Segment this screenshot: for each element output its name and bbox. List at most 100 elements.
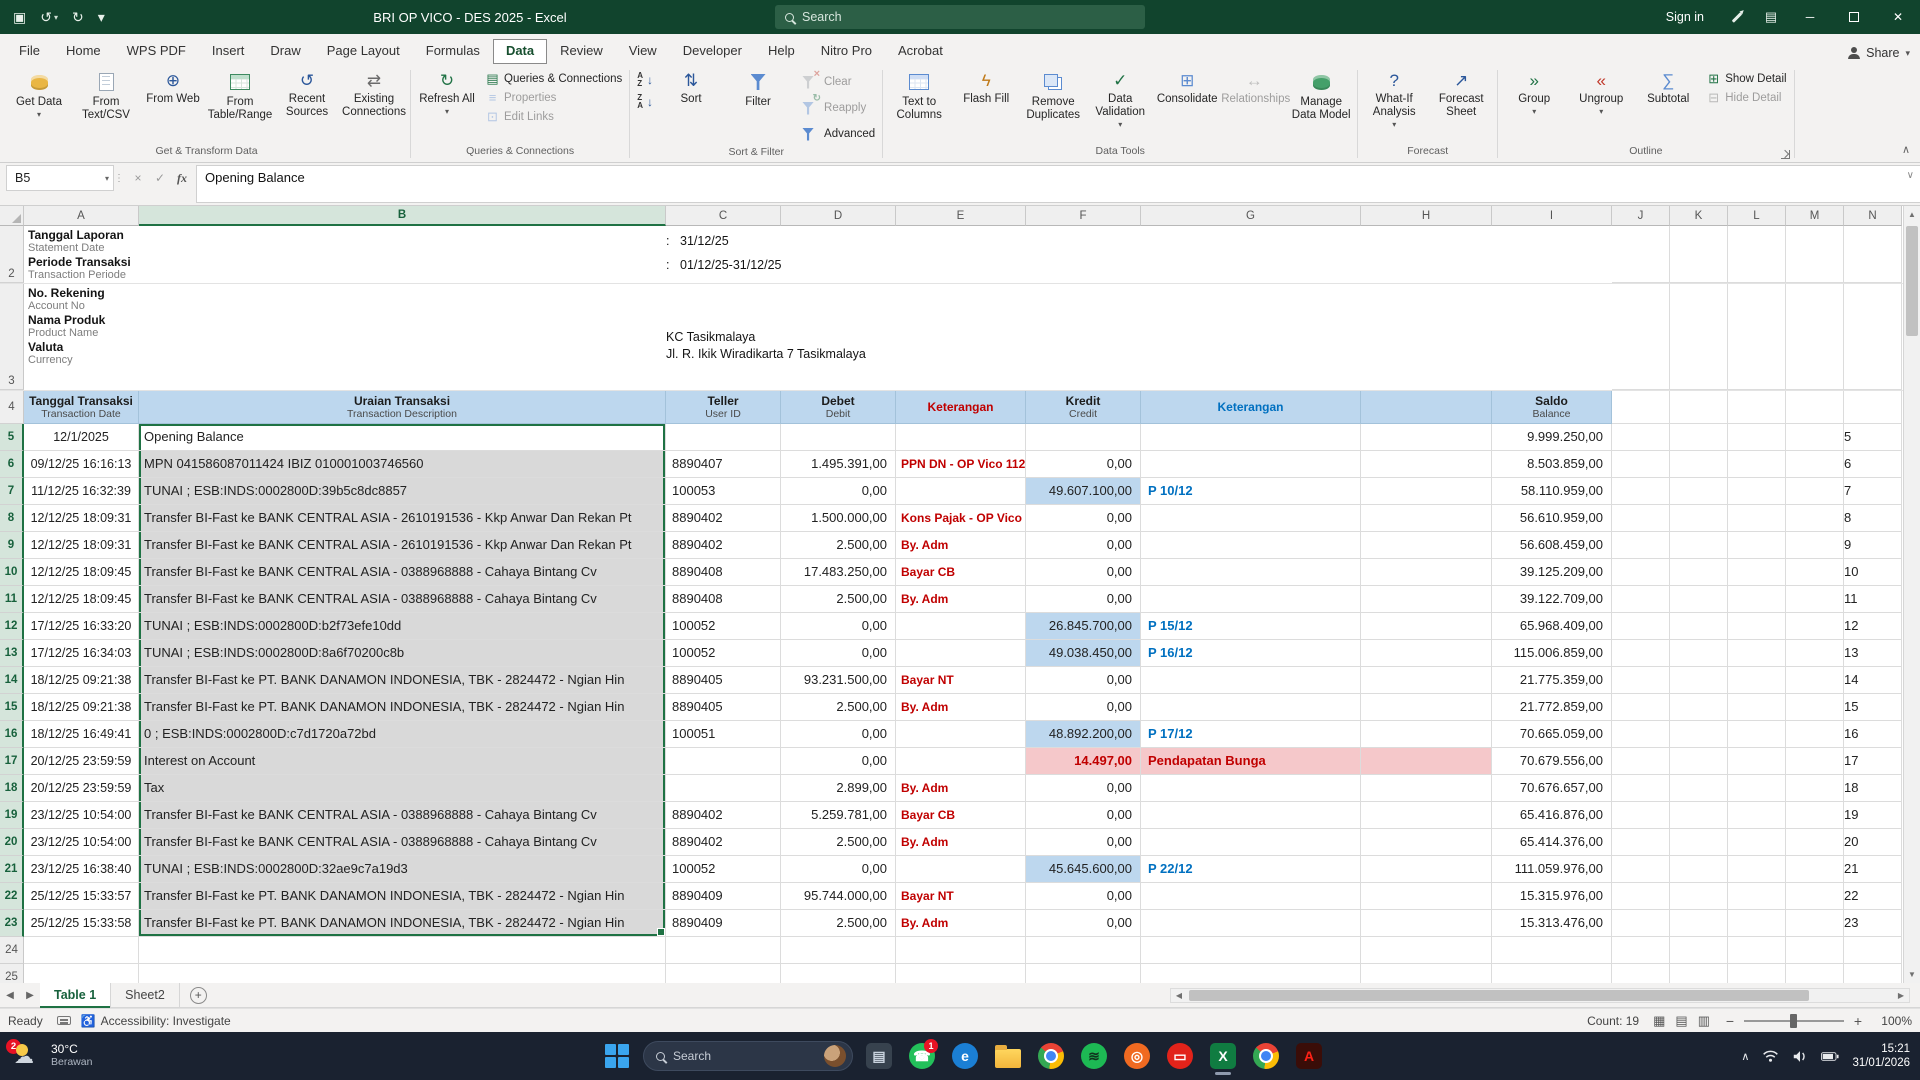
cell-M2[interactable] — [1786, 226, 1844, 283]
cell-L18[interactable] — [1728, 775, 1786, 802]
cell-A7[interactable]: 11/12/25 16:32:39 — [24, 478, 139, 505]
cell-J12[interactable] — [1612, 613, 1670, 640]
consolidate-button[interactable]: ⊞Consolidate — [1154, 68, 1220, 142]
cell-E8[interactable]: Kons Pajak - OP Vico 1125 — [896, 505, 1026, 532]
cell-J20[interactable] — [1612, 829, 1670, 856]
column-header-K[interactable]: K — [1670, 206, 1728, 226]
cell-D16[interactable]: 0,00 — [781, 721, 896, 748]
taskbar-app-app-red[interactable]: ▭ — [1163, 1036, 1197, 1076]
cell-K4[interactable] — [1670, 391, 1728, 424]
cell-B20[interactable]: Transfer BI-Fast ke BANK CENTRAL ASIA - … — [139, 829, 666, 856]
header-E[interactable]: Keterangan — [896, 391, 1026, 424]
cell-H21[interactable] — [1361, 856, 1492, 883]
ribbon-tab-acrobat[interactable]: Acrobat — [885, 39, 956, 64]
cell-L10[interactable] — [1728, 559, 1786, 586]
cell-J22[interactable] — [1612, 883, 1670, 910]
cell-A21[interactable]: 23/12/25 16:38:40 — [24, 856, 139, 883]
taskbar-clock[interactable]: 15:21 31/01/2026 — [1852, 1042, 1910, 1070]
select-all-button[interactable] — [0, 206, 24, 226]
cell-L9[interactable] — [1728, 532, 1786, 559]
header-H[interactable] — [1361, 391, 1492, 424]
from-web-button[interactable]: ⊕From Web — [140, 68, 206, 142]
cell-C5[interactable] — [666, 424, 781, 451]
close-button[interactable]: ✕ — [1876, 0, 1920, 34]
ribbon-display-options-button[interactable]: ▤ — [1754, 0, 1788, 34]
cell-J24[interactable] — [1612, 937, 1670, 964]
cell-K7[interactable] — [1670, 478, 1728, 505]
data-validation-button[interactable]: ✓Data Validation▾ — [1087, 68, 1153, 142]
cell-H23[interactable] — [1361, 910, 1492, 937]
cell-M10[interactable] — [1786, 559, 1844, 586]
column-header-N[interactable]: N — [1844, 206, 1902, 226]
sort-ascending-button[interactable]: AZ↓ — [633, 70, 657, 90]
cell-D22[interactable]: 95.744.000,00 — [781, 883, 896, 910]
cell-G23[interactable] — [1141, 910, 1361, 937]
cell-I24[interactable] — [1492, 937, 1612, 964]
macro-record-icon[interactable] — [57, 1016, 71, 1025]
cell-E16[interactable] — [896, 721, 1026, 748]
ribbon-tab-help[interactable]: Help — [755, 39, 808, 64]
cell-L20[interactable] — [1728, 829, 1786, 856]
cell-B24[interactable] — [139, 937, 666, 964]
cell-B15[interactable]: Transfer BI-Fast ke PT. BANK DANAMON IND… — [139, 694, 666, 721]
remove-duplicates-button[interactable]: Remove Duplicates — [1020, 68, 1086, 142]
cell-H20[interactable] — [1361, 829, 1492, 856]
cell-M17[interactable] — [1786, 748, 1844, 775]
cell-E11[interactable]: By. Adm — [896, 586, 1026, 613]
cell-A19[interactable]: 23/12/25 10:54:00 — [24, 802, 139, 829]
row-header-12[interactable]: 12 — [0, 613, 24, 640]
cell-I23[interactable]: 15.313.476,00 — [1492, 910, 1612, 937]
cell-J9[interactable] — [1612, 532, 1670, 559]
row-header-21[interactable]: 21 — [0, 856, 24, 883]
cell-B22[interactable]: Transfer BI-Fast ke PT. BANK DANAMON IND… — [139, 883, 666, 910]
cell-H9[interactable] — [1361, 532, 1492, 559]
cell-C14[interactable]: 8890405 — [666, 667, 781, 694]
cell-N25[interactable] — [1844, 964, 1902, 983]
cell-A22[interactable]: 25/12/25 15:33:57 — [24, 883, 139, 910]
cell-N12[interactable]: 12 — [1844, 613, 1902, 640]
cell-M5[interactable] — [1786, 424, 1844, 451]
taskbar-search[interactable]: Search — [643, 1041, 853, 1071]
cell-M11[interactable] — [1786, 586, 1844, 613]
filter-button[interactable]: Filter — [725, 68, 791, 142]
column-header-J[interactable]: J — [1612, 206, 1670, 226]
cell-C21[interactable]: 100052 — [666, 856, 781, 883]
cell-A25[interactable] — [24, 964, 139, 983]
cell-J17[interactable] — [1612, 748, 1670, 775]
cell-A6[interactable]: 09/12/25 16:16:13 — [24, 451, 139, 478]
from-text-csv-button[interactable]: From Text/CSV — [73, 68, 139, 142]
cell-K24[interactable] — [1670, 937, 1728, 964]
qat-undo-button[interactable]: ↺▾ — [35, 8, 63, 26]
cell-M13[interactable] — [1786, 640, 1844, 667]
column-header-C[interactable]: C — [666, 206, 781, 226]
ribbon-tab-review[interactable]: Review — [547, 39, 616, 64]
header-A[interactable]: Tanggal TransaksiTransaction Date — [24, 391, 139, 424]
row-header-3[interactable]: 3 — [0, 284, 24, 390]
cell-D9[interactable]: 2.500,00 — [781, 532, 896, 559]
cell-A5[interactable]: 12/1/2025 — [24, 424, 139, 451]
row-header-2[interactable]: 2 — [0, 226, 24, 283]
cell-N4[interactable] — [1844, 391, 1902, 424]
ribbon-tab-data[interactable]: Data — [493, 39, 547, 64]
cell-G24[interactable] — [1141, 937, 1361, 964]
cell-J18[interactable] — [1612, 775, 1670, 802]
cell-J15[interactable] — [1612, 694, 1670, 721]
cell-G25[interactable] — [1141, 964, 1361, 983]
cell-M3[interactable] — [1786, 284, 1844, 390]
cell-E17[interactable] — [896, 748, 1026, 775]
cell-I10[interactable]: 39.125.209,00 — [1492, 559, 1612, 586]
row-header-15[interactable]: 15 — [0, 694, 24, 721]
column-header-L[interactable]: L — [1728, 206, 1786, 226]
cell-C24[interactable] — [666, 937, 781, 964]
cell-K9[interactable] — [1670, 532, 1728, 559]
cell-C6[interactable]: 8890407 — [666, 451, 781, 478]
expand-formula-bar-icon[interactable]: ∨ — [1907, 170, 1914, 181]
cell-I11[interactable]: 39.122.709,00 — [1492, 586, 1612, 613]
cell-N6[interactable]: 6 — [1844, 451, 1902, 478]
cell-H25[interactable] — [1361, 964, 1492, 983]
cell-D21[interactable]: 0,00 — [781, 856, 896, 883]
cell-G9[interactable] — [1141, 532, 1361, 559]
cell-G16[interactable]: P 17/12 — [1141, 721, 1361, 748]
cell-L11[interactable] — [1728, 586, 1786, 613]
cell-G8[interactable] — [1141, 505, 1361, 532]
